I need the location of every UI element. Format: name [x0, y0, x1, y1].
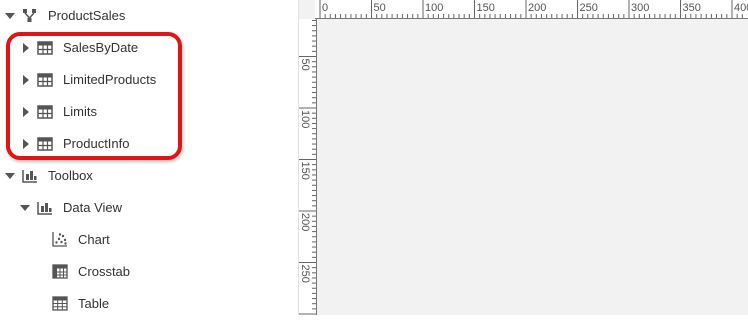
tool-item-label: Crosstab [78, 264, 131, 279]
tree-node-limitedproducts[interactable]: LimitedProducts [0, 64, 298, 96]
table-grid-icon [37, 41, 53, 55]
tree-node-label: Data View [63, 200, 123, 215]
ruler-label: 150 [299, 162, 311, 180]
tool-item-label: Chart [78, 232, 110, 247]
scatter-chart-icon [52, 231, 68, 247]
ruler-label: 300 [631, 2, 649, 14]
collapsed-triangle-icon[interactable] [21, 107, 31, 117]
data-source-icon [22, 9, 38, 23]
tool-item-label: Table [78, 296, 110, 311]
ruler-label: 100 [299, 110, 311, 128]
design-surface[interactable]: 0 50 100 150 200 250 300 350 400 50 100 150 200 250 [299, 0, 748, 315]
ruler-label: 250 [580, 2, 598, 14]
crosstab-icon [52, 264, 68, 279]
collapsed-triangle-icon[interactable] [21, 75, 31, 85]
ruler-label: 100 [425, 2, 443, 14]
tree-node-label: ProductInfo [63, 136, 130, 151]
collapsed-triangle-icon[interactable] [21, 43, 31, 53]
tree-node-productinfo[interactable]: ProductInfo [0, 128, 298, 160]
toolbox-icon [22, 169, 38, 183]
tool-item-table[interactable]: Table [0, 288, 298, 320]
collapsed-triangle-icon[interactable] [21, 139, 31, 149]
expanded-triangle-icon[interactable] [5, 11, 15, 21]
table-grid-icon [37, 137, 53, 151]
ruler-label: 50 [299, 59, 311, 71]
tree-node-label: ProductSales [48, 8, 126, 23]
vertical-ruler: 50 100 150 200 250 [299, 19, 317, 315]
tree-node-salesbydate[interactable]: SalesByDate [0, 32, 298, 64]
ruler-label: 350 [683, 2, 701, 14]
tree-node-label: SalesByDate [63, 40, 139, 55]
explorer-tree-panel: ProductSales SalesByDate LimitedProducts… [0, 0, 298, 315]
ruler-label: 200 [528, 2, 546, 14]
tree-node-limits[interactable]: Limits [0, 96, 298, 128]
ruler-label: 0 [322, 2, 328, 14]
table-tool-icon [52, 296, 68, 311]
ruler-label: 250 [299, 265, 311, 283]
expanded-triangle-icon[interactable] [20, 203, 30, 213]
tool-item-crosstab[interactable]: Crosstab [0, 256, 298, 288]
ruler-corner [299, 0, 315, 19]
ruler-label: 150 [477, 2, 495, 14]
tree-node-toolbox[interactable]: Toolbox [0, 160, 298, 192]
table-grid-icon [37, 73, 53, 87]
data-view-icon [37, 201, 53, 215]
ruler-label: 400 [734, 2, 748, 14]
tree-node-label: Toolbox [48, 168, 93, 183]
table-grid-icon [37, 105, 53, 119]
expanded-triangle-icon[interactable] [5, 171, 15, 181]
ruler-label: 200 [299, 213, 311, 231]
tree-node-label: LimitedProducts [63, 72, 157, 87]
tree-node-productsales[interactable]: ProductSales [0, 0, 298, 32]
ruler-label: 50 [374, 2, 386, 14]
horizontal-ruler: 0 50 100 150 200 250 300 350 400 [315, 0, 748, 19]
tree-node-label: Limits [63, 104, 97, 119]
tool-item-chart[interactable]: Chart [0, 224, 298, 256]
tree-node-data-view[interactable]: Data View [0, 192, 298, 224]
